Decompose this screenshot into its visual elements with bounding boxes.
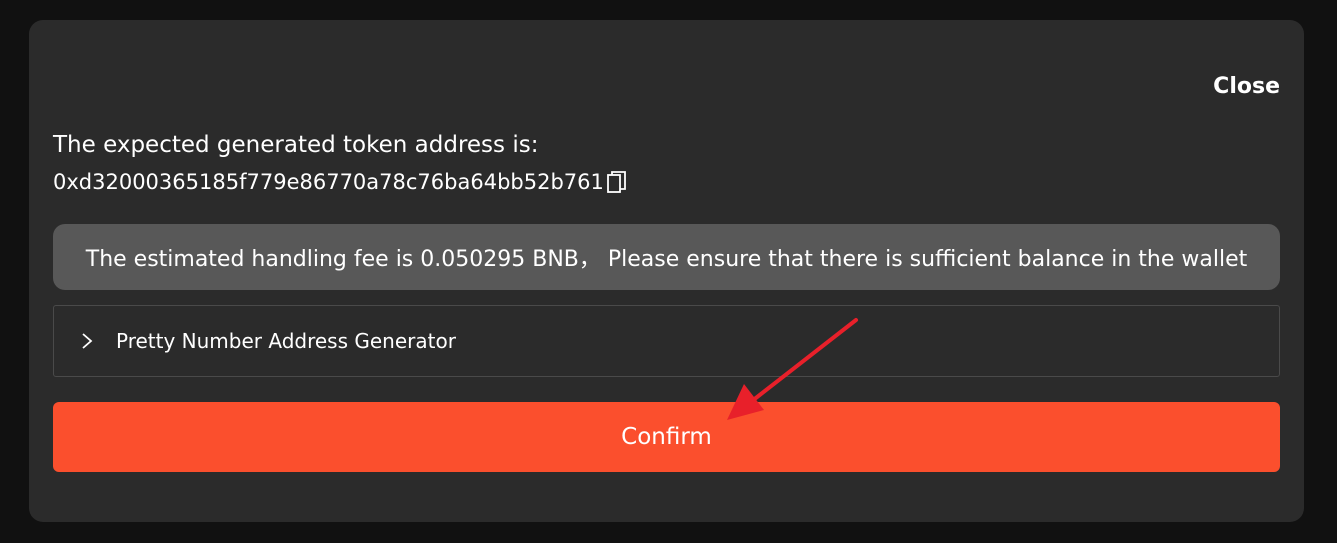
pretty-address-generator-collapse[interactable]: Pretty Number Address Generator — [53, 305, 1280, 377]
token-address: 0xd32000365185f779e86770a78c76ba64bb52b7… — [53, 170, 604, 194]
generator-label: Pretty Number Address Generator — [116, 329, 456, 353]
copy-icon[interactable] — [606, 170, 627, 194]
confirm-button[interactable]: Confirm — [53, 402, 1280, 472]
fee-notice-box: The estimated handling fee is 0.050295 B… — [53, 224, 1280, 290]
address-label: The expected generated token address is: — [53, 132, 539, 158]
close-button[interactable]: Close — [1213, 74, 1280, 99]
fee-notice-text: The estimated handling fee is 0.050295 B… — [85, 247, 1248, 272]
modal-dialog: Close The expected generated token addre… — [29, 20, 1304, 522]
chevron-right-icon — [82, 333, 93, 349]
address-row: 0xd32000365185f779e86770a78c76ba64bb52b7… — [53, 170, 627, 194]
